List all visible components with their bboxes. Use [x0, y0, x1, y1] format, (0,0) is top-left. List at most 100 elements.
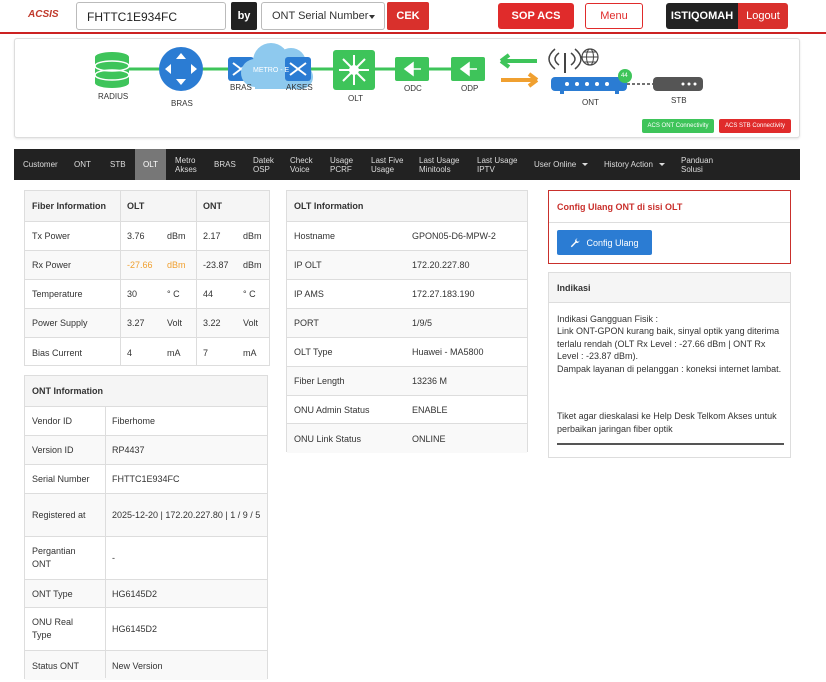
- logout-button[interactable]: Logout: [738, 3, 788, 29]
- olt-value: 4: [127, 347, 133, 358]
- ont-badge: 44: [621, 73, 628, 79]
- nav-usage-pcrf[interactable]: Usage PCRF: [330, 149, 358, 180]
- acs-ont-connectivity-badge[interactable]: ACS ONT Connectivity: [642, 119, 714, 133]
- nav-last-usage-minitools[interactable]: Last Usage Minitools: [419, 149, 463, 180]
- indikasi-title: Indikasi: [549, 273, 790, 303]
- row-label: PORT: [294, 318, 319, 328]
- search-type-select[interactable]: ONT Serial Number: [261, 2, 385, 30]
- olt-unit: mA: [167, 347, 181, 358]
- table-header: Fiber Information: [32, 201, 106, 211]
- odc-icon[interactable]: [395, 57, 429, 81]
- stb-label: STB: [671, 96, 687, 105]
- row-label: OLT Type: [294, 347, 333, 357]
- stb-device-icon[interactable]: [653, 77, 703, 91]
- nav-stb[interactable]: STB: [110, 149, 126, 180]
- row-label: Hostname: [294, 231, 336, 241]
- arrow-left-icon: [499, 53, 537, 69]
- config-ulang-button[interactable]: Config Ulang: [557, 230, 652, 255]
- nav-olt[interactable]: OLT: [135, 149, 166, 180]
- odc-label: ODC: [404, 84, 422, 93]
- table-row: OLT Type Huawei - MA5800: [287, 338, 527, 367]
- table-row: ONU Admin Status ENABLE: [287, 396, 527, 424]
- column-divider: [196, 191, 197, 365]
- search-input[interactable]: FHTTC1E934FC: [76, 2, 226, 30]
- nav-metro-akses[interactable]: Metro Akses: [175, 149, 203, 180]
- row-value: 1/9/5: [412, 318, 433, 328]
- nav-ont[interactable]: ONT: [74, 149, 91, 180]
- indikasi-description: Link ONT-GPON kurang baik, sinyal optik …: [557, 326, 780, 361]
- wifi-icon: [548, 48, 582, 73]
- ont-unit: mA: [243, 347, 257, 358]
- table-row: Version ID RP4437: [25, 436, 267, 465]
- divider: [549, 222, 790, 223]
- ont-unit: dBm: [243, 231, 262, 241]
- olt-value: 3.27: [127, 318, 145, 328]
- ont-value: 2.17: [203, 231, 221, 241]
- nav-last-usage-iptv[interactable]: Last Usage IPTV: [477, 149, 521, 180]
- table-row: Status ONT New Version: [25, 651, 267, 680]
- menu-button[interactable]: Menu: [585, 3, 643, 29]
- arrow-right-icon: [501, 72, 539, 88]
- olt-unit: Volt: [167, 318, 183, 328]
- chevron-down-icon: [582, 163, 589, 166]
- app-logo[interactable]: ACSIS: [28, 9, 59, 20]
- row-label: Fiber Length: [294, 376, 345, 386]
- olt-value: -27.66: [127, 260, 153, 270]
- ont-value: 3.22: [203, 318, 221, 328]
- ont-unit: dBm: [243, 260, 262, 270]
- chevron-down-icon: [658, 163, 665, 166]
- radius-icon[interactable]: [94, 52, 130, 88]
- cek-button[interactable]: CEK: [387, 2, 429, 30]
- fiber-information-table: Fiber Information OLT ONT Tx Power 3.76 …: [24, 190, 270, 366]
- bras-router-icon[interactable]: [159, 47, 203, 91]
- ont-label: ONT: [582, 98, 599, 107]
- table-row: ONU Real Type HG6145D2: [25, 608, 267, 651]
- nav-history-action-label: History Action: [604, 160, 653, 169]
- ont-value: -23.87: [203, 260, 229, 270]
- ont-device-icon[interactable]: [551, 77, 627, 94]
- row-value: ENABLE: [412, 404, 448, 415]
- row-label: ONU Admin Status: [294, 404, 370, 415]
- olt-icon[interactable]: [333, 50, 375, 90]
- olt-label: OLT: [348, 94, 363, 103]
- table-row: Power Supply 3.27 Volt 3.22 Volt: [25, 309, 269, 338]
- nav-last-five-usage[interactable]: Last Five Usage: [371, 149, 405, 180]
- search-type-value: ONT Serial Number: [272, 10, 369, 22]
- row-value: HG6145D2: [112, 588, 158, 599]
- table-row: Vendor ID Fiberhome: [25, 407, 267, 436]
- olt-information-table: OLT Information Hostname GPON05-D6-MPW-2…: [286, 190, 528, 453]
- table-row: Tx Power 3.76 dBm 2.17 dBm: [25, 222, 269, 251]
- nav-user-online[interactable]: User Online: [534, 149, 589, 180]
- row-label: IP OLT: [294, 260, 322, 270]
- table-row: Rx Power -27.66 dBm -23.87 dBm: [25, 251, 269, 280]
- sop-acs-button[interactable]: SOP ACS: [498, 3, 574, 29]
- table-header: OLT: [127, 201, 145, 211]
- olt-value: 30: [127, 289, 138, 299]
- row-value: ONLINE: [412, 433, 446, 444]
- nav-panduan-solusi[interactable]: Panduan Solusi: [681, 149, 713, 180]
- table-header-row: Fiber Information OLT ONT: [25, 191, 269, 222]
- nav-datek-osp[interactable]: Datek OSP: [253, 149, 275, 180]
- row-value: 2025-12-20 | 172.20.227.80 | 1 / 9 / 5: [112, 509, 261, 520]
- nav-check-voice[interactable]: Check Voice: [290, 149, 314, 180]
- chevron-down-icon: [369, 15, 375, 19]
- nav-history-action[interactable]: History Action: [604, 149, 665, 180]
- table-row: PORT 1/9/5: [287, 309, 527, 338]
- table-row: Temperature 30 ° C 44 ° C: [25, 280, 269, 309]
- nav-customer[interactable]: Customer: [23, 149, 58, 180]
- acs-stb-connectivity-badge[interactable]: ACS STB Connectivity: [719, 119, 791, 133]
- row-label: Registered at: [32, 510, 86, 520]
- row-value: Huawei - MA5800: [412, 347, 484, 357]
- table-title: OLT Information: [294, 201, 364, 211]
- table-row: Fiber Length 13236 M: [287, 367, 527, 396]
- bras-switch-label: BRAS: [230, 83, 252, 92]
- nav-bras[interactable]: BRAS: [214, 149, 236, 180]
- user-button[interactable]: ISTIQOMAH: [666, 3, 738, 29]
- config-ulang-label: Config Ulang: [586, 237, 639, 248]
- by-label: by: [231, 2, 257, 30]
- main-nav: Customer ONT STB OLT Metro Akses BRAS Da…: [14, 149, 800, 180]
- network-topology-panel: RADIUS BRAS BRAS METRO - E AKSES OLT ODC…: [14, 38, 800, 138]
- odp-label: ODP: [461, 84, 479, 93]
- odp-icon[interactable]: [451, 57, 485, 81]
- column-divider: [105, 407, 106, 678]
